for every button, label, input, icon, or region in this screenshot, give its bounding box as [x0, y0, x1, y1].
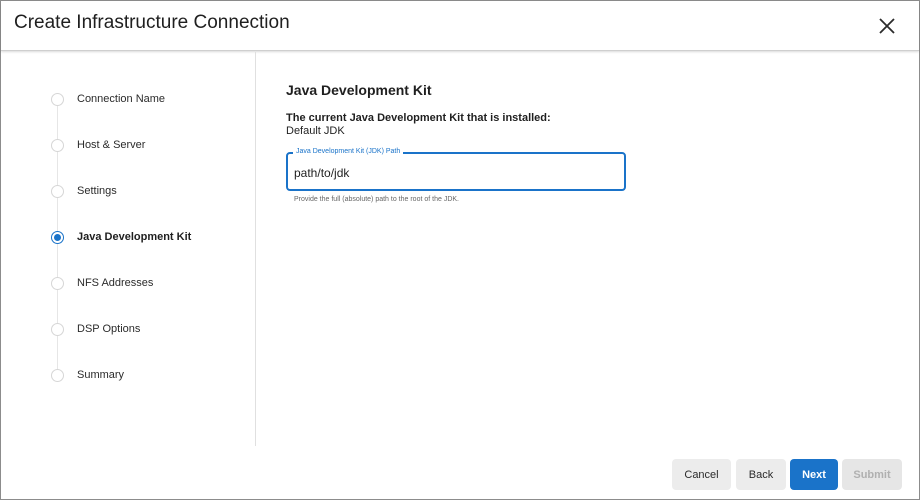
step-label: Summary — [77, 369, 125, 381]
section-title: Java Development Kit — [286, 82, 432, 98]
step-indicator — [51, 184, 64, 198]
step-indicator — [51, 92, 64, 106]
step-indicator-active — [52, 231, 63, 243]
step-label: Host & Server — [77, 139, 146, 151]
jdk-path-input[interactable] — [294, 165, 614, 181]
wizard-steps: Connection Name Host & Server Settings J… — [1, 52, 256, 446]
back-button[interactable]: Back — [736, 459, 786, 490]
step-connection-name[interactable]: Connection Name — [51, 89, 241, 109]
dialog-header: Create Infrastructure Connection — [1, 1, 919, 51]
dialog: Create Infrastructure Connection Connect… — [0, 0, 920, 500]
cancel-button[interactable]: Cancel — [672, 459, 731, 490]
jdk-path-label: Java Development Kit (JDK) Path — [293, 147, 404, 157]
step-summary[interactable]: Summary — [51, 365, 241, 385]
step-indicator — [51, 276, 64, 290]
current-jdk-value: Default JDK — [286, 125, 345, 137]
step-indicator — [51, 138, 64, 152]
step-indicator — [51, 322, 64, 336]
step-host-server[interactable]: Host & Server — [51, 135, 241, 155]
step-label: DSP Options — [77, 323, 141, 335]
step-label: Settings — [77, 185, 117, 197]
step-dsp-options[interactable]: DSP Options — [51, 319, 241, 339]
jdk-path-field: Java Development Kit (JDK) Path — [286, 147, 626, 191]
jdk-path-helper: Provide the full (absolute) path to the … — [294, 196, 459, 203]
step-settings[interactable]: Settings — [51, 181, 241, 201]
step-content: Java Development Kit The current Java De… — [286, 52, 906, 446]
current-jdk-label: The current Java Development Kit that is… — [286, 112, 551, 124]
step-label: Connection Name — [77, 93, 166, 105]
submit-button[interactable]: Submit — [842, 459, 902, 490]
step-label: NFS Addresses — [77, 277, 154, 289]
step-label: Java Development Kit — [77, 231, 192, 243]
next-button[interactable]: Next — [790, 459, 838, 490]
step-java-development-kit[interactable]: Java Development Kit — [51, 227, 241, 247]
close-icon — [879, 18, 895, 34]
dialog-title: Create Infrastructure Connection — [14, 12, 290, 33]
step-nfs-addresses[interactable]: NFS Addresses — [51, 273, 241, 293]
step-indicator — [51, 368, 64, 382]
close-button[interactable] — [873, 12, 901, 40]
